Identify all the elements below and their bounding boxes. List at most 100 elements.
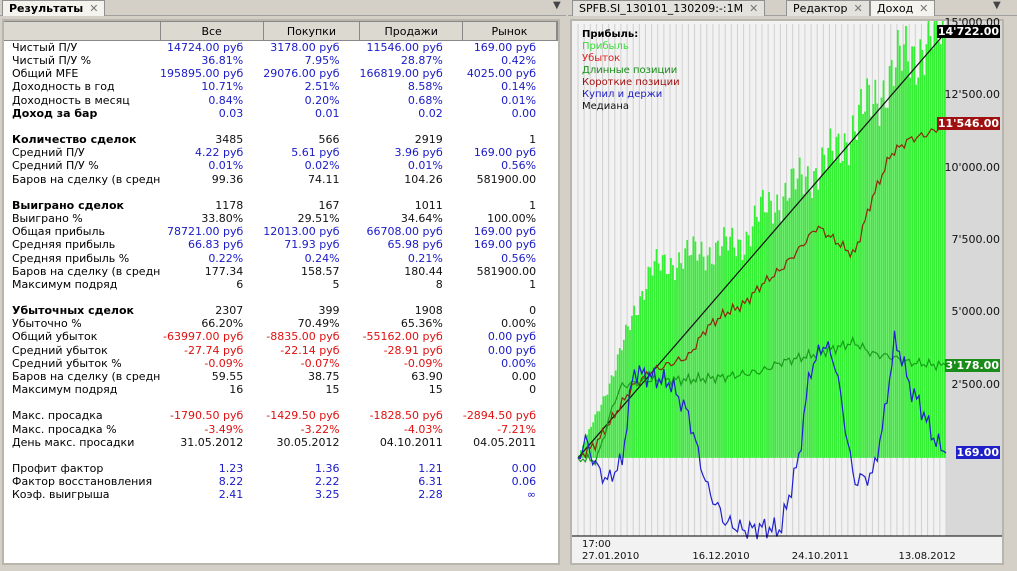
profit-bar xyxy=(870,116,873,458)
row-value: -22.14 руб xyxy=(280,343,340,357)
profit-bar xyxy=(919,39,922,458)
profit-bar xyxy=(684,248,687,458)
profit-bar xyxy=(759,196,762,458)
profit-bar xyxy=(776,194,779,458)
close-icon[interactable]: ✕ xyxy=(749,2,758,15)
profit-bar xyxy=(892,85,895,458)
row-value: 0.68% xyxy=(407,93,443,107)
row-value: 8.22 xyxy=(218,475,244,489)
table-row: Средняя прибыль 66.83 руб 71.93 руб 65.98 р… xyxy=(4,238,558,251)
profit-bar xyxy=(825,170,828,458)
row-label: Общий MFE xyxy=(12,67,79,81)
row-label: Убыточных сделок xyxy=(12,304,135,318)
x-tick-label: 27.01.2010 xyxy=(582,551,640,562)
row-value: 3.96 руб xyxy=(394,146,443,160)
results-panel: Все Покупки Продажи Рынок Чистый П/У 14724.0… xyxy=(2,19,560,565)
row-label: Чистый П/У xyxy=(12,41,78,54)
profit-bar xyxy=(804,176,807,458)
profit-bar xyxy=(639,296,642,458)
profit-bar xyxy=(665,274,668,458)
table-row: Выиграно сделок 1178 167 1011 1 xyxy=(4,199,558,212)
profit-bar xyxy=(896,30,899,458)
row-value: 34.64% xyxy=(400,211,443,225)
column-header[interactable]: Все xyxy=(159,21,264,41)
legend-item: Медиана xyxy=(582,101,629,112)
profit-bar xyxy=(847,165,850,458)
row-value: 2919 xyxy=(414,133,443,147)
close-icon[interactable]: ✕ xyxy=(89,2,98,15)
row-value: 167 xyxy=(318,198,340,212)
row-label: Доходность в год xyxy=(12,80,115,94)
dropdown-menu-icon[interactable]: ▼ xyxy=(553,0,561,11)
row-label: Профит фактор xyxy=(12,461,104,475)
row-value: 0.03 xyxy=(218,106,244,120)
row-value: 1.23 xyxy=(218,461,244,475)
row-value: -1828.50 руб xyxy=(369,409,443,423)
row-value: 0.01% xyxy=(407,159,443,173)
row-value: 71.93 руб xyxy=(284,238,340,252)
row-label: Фактор восстановления xyxy=(12,475,153,489)
table-row: Максимум подряд 6 5 8 1 xyxy=(4,278,558,291)
profit-bar xyxy=(921,49,924,458)
last-value-flag: 14'722.00 xyxy=(936,25,1000,39)
row-value: 4025.00 руб xyxy=(466,67,537,81)
profit-bar xyxy=(774,212,777,458)
dropdown-menu-icon[interactable]: ▼ xyxy=(993,0,1001,11)
tab-editor[interactable]: Редактор ✕ xyxy=(786,0,870,16)
profit-bar xyxy=(786,200,789,458)
row-value: 38.75 xyxy=(308,370,340,384)
row-value: 0.00 руб xyxy=(487,343,537,357)
close-icon[interactable]: ✕ xyxy=(919,2,928,15)
table-row: Количество сделок 3485 566 2919 1 xyxy=(4,133,558,146)
row-value: -0.07% xyxy=(300,356,340,370)
row-value: 29.51% xyxy=(297,211,340,225)
profit-bar xyxy=(854,131,856,458)
profit-bar xyxy=(809,191,811,458)
row-value: -1429.50 руб xyxy=(266,409,340,423)
profit-bar xyxy=(780,221,783,458)
row-value: 99.36 xyxy=(211,172,244,186)
row-value: 04.05.2011 xyxy=(473,435,537,449)
last-value-flag: 169.00 xyxy=(955,446,1000,459)
profit-bar xyxy=(667,273,670,458)
tab-label: Доход xyxy=(877,2,914,15)
row-value: 1 xyxy=(529,198,537,212)
row-value: 8 xyxy=(435,277,443,291)
row-value: 66708.00 руб xyxy=(366,225,443,239)
row-value: 0.42% xyxy=(501,54,537,68)
row-value: 0.01 xyxy=(315,106,340,120)
close-icon[interactable]: ✕ xyxy=(854,2,863,15)
profit-bar xyxy=(782,196,785,458)
row-value: 0 xyxy=(529,383,537,397)
profit-bar xyxy=(727,250,729,458)
profit-bar xyxy=(747,235,750,458)
column-header[interactable]: Покупки xyxy=(262,21,361,41)
column-header[interactable]: Продажи xyxy=(359,21,464,41)
column-header[interactable]: Рынок xyxy=(462,21,557,41)
row-value: 65.36% xyxy=(400,317,443,331)
profit-bar xyxy=(670,258,672,458)
profit-bar xyxy=(719,255,721,458)
tab-chart[interactable]: SPFB.SI_130101_130209:-:1M ✕ xyxy=(572,0,766,16)
profit-bar xyxy=(714,242,717,458)
profit-bar xyxy=(923,75,926,458)
profit-bar xyxy=(903,44,905,458)
row-value: 2.51% xyxy=(304,80,340,94)
row-value: 169.00 руб xyxy=(473,238,537,252)
table-row: Максимум подряд 16 15 15 0 xyxy=(4,383,558,396)
tab-income[interactable]: Доход ✕ xyxy=(870,0,936,16)
profit-bar xyxy=(845,142,848,458)
tab-results[interactable]: Результаты ✕ xyxy=(2,0,106,16)
table-row: Коэф. выигрыша 2.41 3.25 2.28 ∞ xyxy=(4,488,558,501)
row-value: 169.00 руб xyxy=(473,146,537,160)
row-value: 177.34 xyxy=(204,264,244,278)
y-tick-label: 5'000.00 xyxy=(951,305,1000,319)
profit-bar xyxy=(862,114,864,458)
legend-item: Убыток xyxy=(582,53,621,64)
row-gap xyxy=(4,186,556,199)
table-row: День макс. просадки 31.05.2012 30.05.2012 0… xyxy=(4,436,558,449)
profit-bar xyxy=(905,25,907,458)
results-table: Все Покупки Продажи Рынок Чистый П/У 14724.0… xyxy=(4,21,559,501)
row-value: -2894.50 руб xyxy=(462,409,537,423)
row-value: -63997.00 руб xyxy=(163,330,244,344)
